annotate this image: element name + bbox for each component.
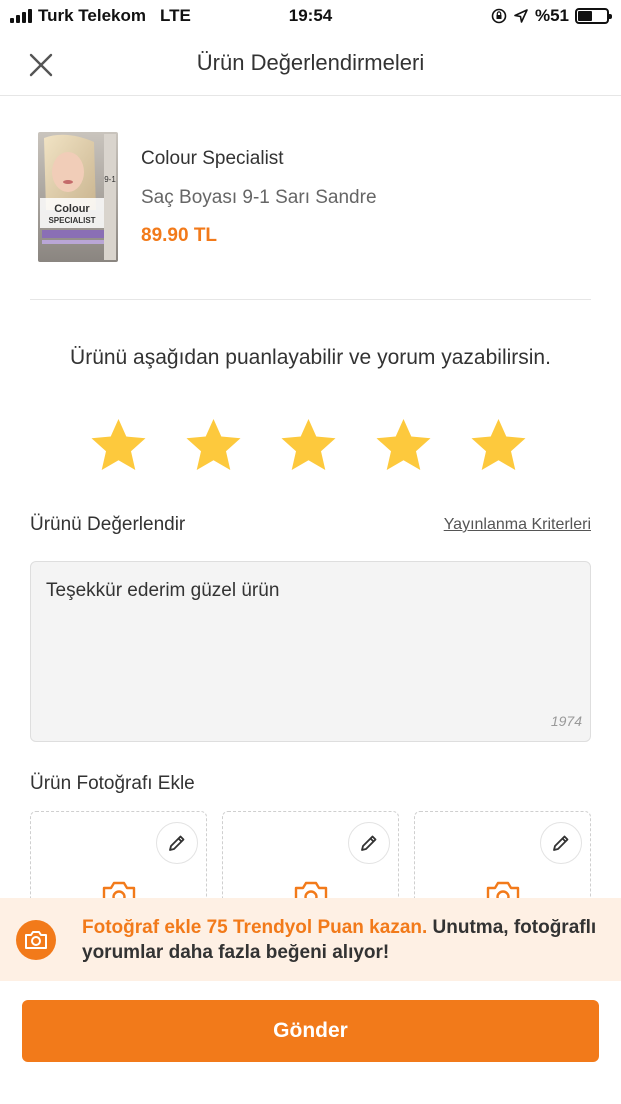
bottom-bar: Gönder <box>0 981 621 1104</box>
star-1-icon[interactable] <box>88 416 149 477</box>
publishing-criteria-link[interactable]: Yayınlanma Kriterleri <box>444 516 591 534</box>
review-label: Ürünü Değerlendir <box>30 514 186 535</box>
product-image-text-1: Colour <box>54 203 90 215</box>
camera-icon <box>16 920 56 960</box>
submit-button[interactable]: Gönder <box>22 1000 599 1062</box>
star-rating <box>88 416 529 477</box>
pencil-icon[interactable] <box>540 822 582 864</box>
review-textarea[interactable]: Teşekkür ederim güzel ürün 1974 <box>30 561 591 742</box>
star-4-icon[interactable] <box>373 416 434 477</box>
product-price: 89.90 TL <box>141 225 218 246</box>
product-name: Saç Boyası 9-1 Sarı Sandre <box>141 187 377 208</box>
header: Ürün Değerlendirmeleri <box>0 34 621 96</box>
battery-percent: %51 <box>534 6 569 25</box>
product-image-shade: 9-1 <box>104 175 116 184</box>
pencil-icon[interactable] <box>156 822 198 864</box>
pencil-icon[interactable] <box>348 822 390 864</box>
banner-message: Fotoğraf ekle 75 Trendyol Puan kazan. Un… <box>82 915 602 965</box>
product-summary: Colour SPECIALIST 9-1 Colour Specialist … <box>30 116 591 300</box>
star-3-icon[interactable] <box>278 416 339 477</box>
add-photo-label: Ürün Fotoğrafı Ekle <box>30 773 195 794</box>
page-title: Ürün Değerlendirmeleri <box>196 50 425 75</box>
product-image-text-2: SPECIALIST <box>48 216 95 225</box>
review-text: Teşekkür ederim güzel ürün <box>46 580 280 601</box>
status-right: %51 <box>491 6 612 26</box>
battery-icon <box>575 8 612 24</box>
star-2-icon[interactable] <box>183 416 244 477</box>
remaining-char-count: 1974 <box>550 713 582 729</box>
product-brand: Colour Specialist <box>141 148 284 169</box>
rating-prompt: Ürünü aşağıdan puanlayabilir ve yorum ya… <box>70 346 551 369</box>
banner-highlight: Fotoğraf ekle 75 Trendyol Puan kazan. <box>82 917 428 938</box>
battery-fill <box>578 11 593 21</box>
location-icon <box>514 9 528 23</box>
photo-reward-banner: Fotoğraf ekle 75 Trendyol Puan kazan. Un… <box>0 898 621 981</box>
status-bar: Turk Telekom LTE 19:54 %51 <box>0 0 621 34</box>
orientation-lock-icon <box>491 8 507 24</box>
product-image: Colour SPECIALIST 9-1 <box>38 132 118 262</box>
star-5-icon[interactable] <box>468 416 529 477</box>
